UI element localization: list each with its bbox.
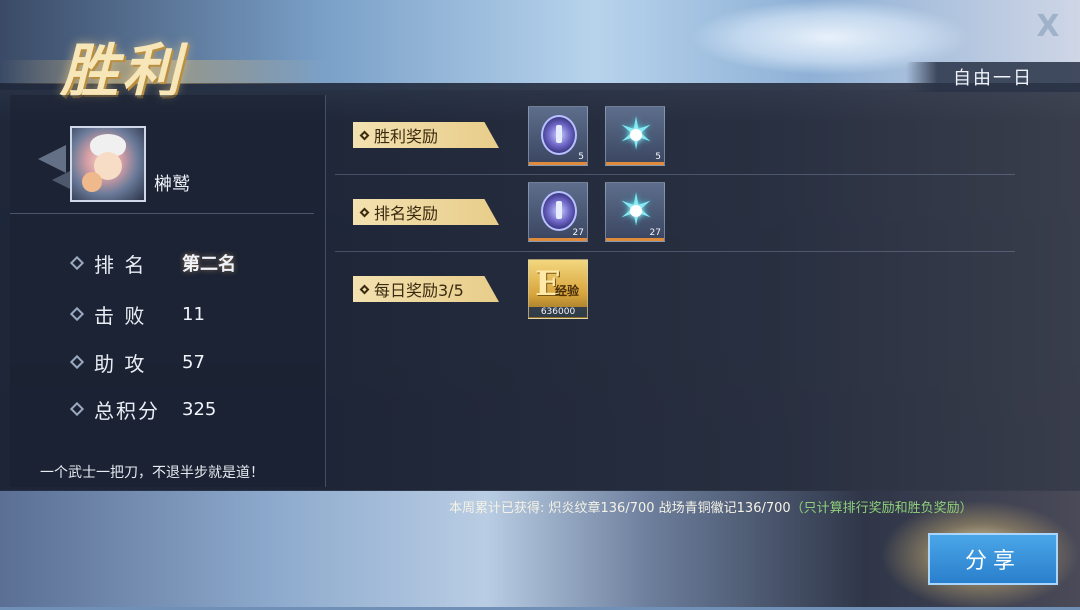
reward-item-badge[interactable]: 27: [528, 182, 588, 242]
reward-label: 胜利奖励: [353, 122, 499, 148]
item-rarity-bar: [529, 162, 587, 165]
stat-row-assists: 助 攻 57: [69, 347, 205, 377]
avatar[interactable]: [70, 126, 146, 202]
avatar-pet: [82, 172, 102, 192]
player-motto: 一个武士一把刀，不退半步就是道！: [40, 465, 264, 481]
close-icon[interactable]: X: [1030, 8, 1066, 44]
exp-word: 经验: [555, 284, 580, 298]
reward-row-victory: 胜利奖励 5 ✶ 5: [335, 100, 1025, 180]
item-count: 27: [572, 228, 584, 238]
diamond-bullet-icon: [69, 354, 85, 370]
triangle-decoration: [38, 145, 66, 173]
item-rarity-bar: [529, 238, 587, 241]
reward-item-badge[interactable]: 5: [528, 106, 588, 166]
reward-label-text: 每日奖励3/5: [374, 281, 464, 300]
item-count: 27: [649, 228, 661, 238]
reward-label-text: 胜利奖励: [374, 127, 439, 146]
item-rarity-bar: [606, 238, 664, 241]
stat-label: 总积分: [94, 398, 160, 423]
stat-value: 57: [182, 351, 205, 373]
stat-value: 325: [182, 398, 217, 420]
triangle-decoration: [52, 170, 72, 190]
diamond-bullet-icon: [69, 255, 85, 271]
stat-label: 排 名: [94, 252, 147, 277]
weekly-progress-text: 本周累计已获得: 炽炎纹章136/700 战场青铜徽记136/700: [449, 501, 791, 516]
diamond-bullet-icon: [69, 401, 85, 417]
badge-emblem-icon: [541, 115, 577, 155]
diamond-bullet-icon: [359, 284, 370, 294]
diamond-bullet-icon: [69, 306, 85, 322]
share-button[interactable]: 分享: [928, 533, 1058, 585]
star-core-icon: [630, 205, 642, 217]
stat-label: 助 攻: [94, 351, 147, 376]
reward-row-daily: 每日奖励3/5 E 经验 636000: [335, 253, 1025, 333]
item-rarity-bar: [606, 162, 664, 165]
stat-value: 11: [182, 303, 205, 325]
divider: [10, 213, 314, 214]
reward-item-star[interactable]: ✶ 27: [605, 182, 665, 242]
item-count: 636000: [529, 307, 587, 317]
reward-label: 排名奖励: [353, 199, 499, 225]
star-core-icon: [630, 129, 642, 141]
reward-row-rank: 排名奖励 27 ✶ 27: [335, 176, 1025, 256]
stat-row-score: 总积分 325: [69, 394, 217, 424]
diamond-bullet-icon: [359, 130, 370, 140]
reward-item-exp[interactable]: E 经验 636000: [528, 259, 588, 319]
item-count: 5: [655, 152, 661, 162]
weekly-progress: 本周累计已获得: 炽炎纹章136/700 战场青铜徽记136/700（只计算排行…: [449, 497, 973, 516]
stat-label: 击 败: [94, 303, 147, 328]
weekly-progress-note: （只计算排行奖励和胜负奖励）: [790, 501, 973, 516]
item-count: 5: [578, 152, 584, 162]
stat-row-rank: 排 名 第二名: [69, 248, 236, 278]
reward-label-text: 排名奖励: [374, 204, 439, 223]
divider: [335, 174, 1015, 175]
diamond-bullet-icon: [359, 207, 370, 217]
reward-label: 每日奖励3/5: [353, 276, 499, 302]
player-name: 榊鹫: [154, 174, 190, 195]
rank-value: 第二名: [182, 254, 236, 275]
divider: [335, 251, 1015, 252]
reward-item-star[interactable]: ✶ 5: [605, 106, 665, 166]
stat-row-kills: 击 败 11: [69, 299, 205, 329]
mode-tag: 自由一日: [906, 62, 1080, 92]
badge-emblem-icon: [541, 191, 577, 231]
